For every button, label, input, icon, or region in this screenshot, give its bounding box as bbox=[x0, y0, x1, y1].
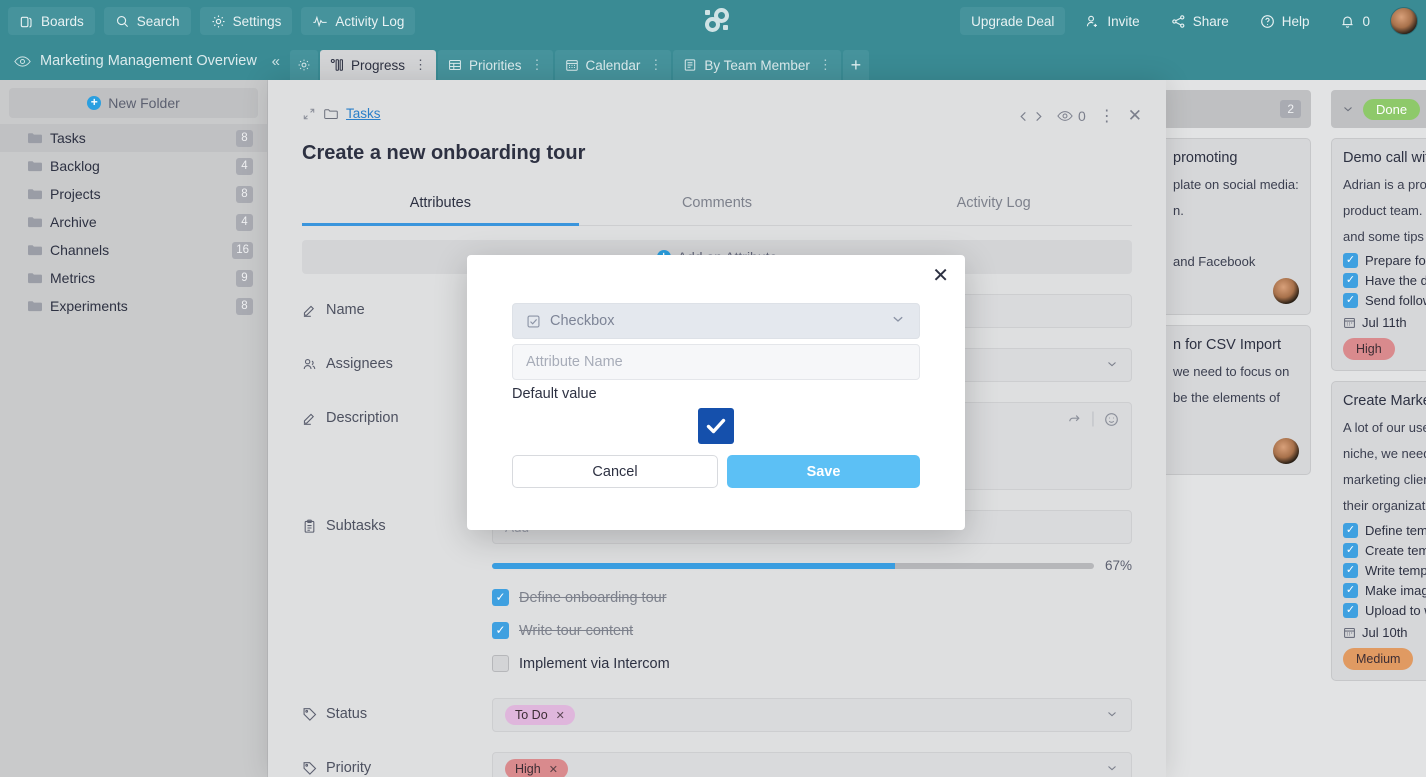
chevron-down-icon bbox=[890, 311, 906, 331]
attribute-type-select[interactable]: Checkbox bbox=[512, 303, 920, 339]
add-attribute-modal: ✕ Checkbox Default value Cancel Save bbox=[467, 255, 965, 530]
attribute-name-input[interactable] bbox=[512, 344, 920, 380]
default-value-label: Default value bbox=[512, 386, 597, 402]
cancel-button[interactable]: Cancel bbox=[512, 455, 718, 488]
checkbox-icon bbox=[526, 314, 541, 329]
attribute-type-value: Checkbox bbox=[550, 313, 615, 329]
save-button[interactable]: Save bbox=[727, 455, 920, 488]
default-value-checkbox[interactable] bbox=[698, 408, 734, 444]
checkmark-icon bbox=[706, 418, 726, 434]
app-root: Boards Search Settings Activity Log Upgr… bbox=[0, 0, 1426, 777]
modal-backdrop: ✕ Checkbox Default value Cancel Save bbox=[0, 0, 1426, 777]
close-icon[interactable]: ✕ bbox=[932, 266, 949, 286]
